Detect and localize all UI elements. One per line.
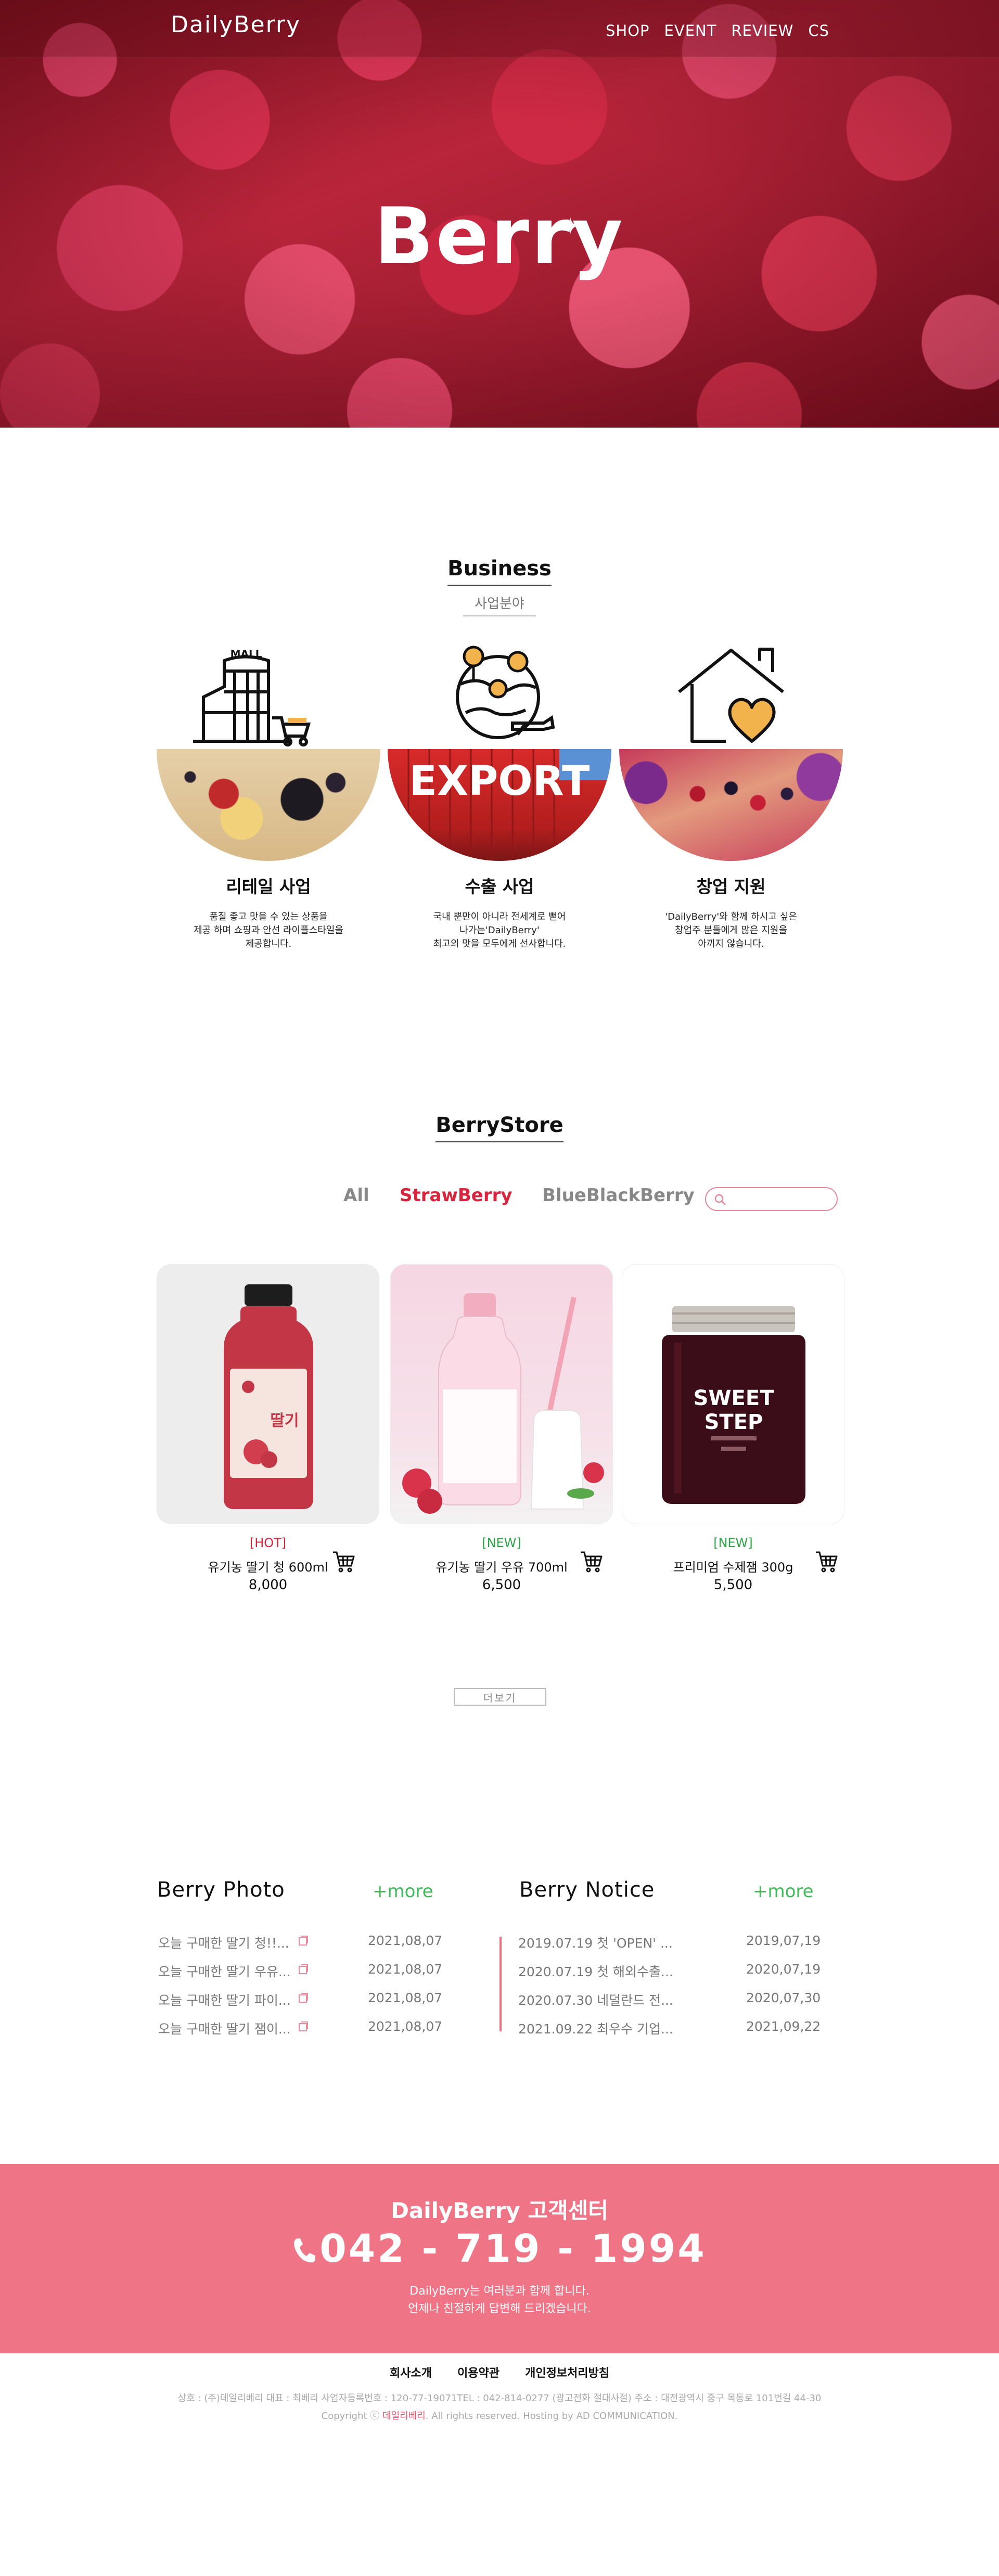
photo-row-title[interactable]: 오늘 구매한 딸기 잼이... bbox=[158, 2019, 291, 2038]
svg-text:SWEET: SWEET bbox=[694, 1386, 775, 1410]
load-more-button[interactable]: 더보기 bbox=[454, 1688, 546, 1706]
cs-message-2: 언제나 친절하게 답변해 드리겠습니다. bbox=[408, 2302, 591, 2315]
image-attachment-icon bbox=[299, 1993, 308, 2003]
product-image[interactable]: 딸기 bbox=[157, 1264, 379, 1524]
cs-message-1: DailyBerry는 여러분과 함께 합니다. bbox=[409, 2285, 590, 2298]
customer-service-banner: DailyBerry 고객센터 042 - 719 - 1994 DailyBe… bbox=[0, 2164, 999, 2353]
filter-blueblackberry[interactable]: BlueBlackBerry bbox=[542, 1185, 695, 1206]
retail-photo bbox=[157, 749, 380, 861]
hero-title: Berry bbox=[374, 191, 625, 282]
milk-bottle-graphic bbox=[402, 1293, 604, 1514]
store-search[interactable] bbox=[705, 1187, 838, 1211]
photo-row-title[interactable]: 오늘 구매한 딸기 우유... bbox=[158, 1962, 291, 1980]
business-subtitle: 사업분야 bbox=[463, 593, 536, 616]
nav-cs[interactable]: CS bbox=[808, 22, 829, 40]
product-price: 6,500 bbox=[482, 1577, 521, 1593]
notice-row-title[interactable]: 2021.09.22 최우수 기업... bbox=[518, 2019, 673, 2038]
photo-row-date: 2021,08,07 bbox=[368, 2019, 443, 2034]
retail-description: 품질 좋고 맛을 수 있는 상품을 제공 하며 쇼핑과 안선 라이플스타일을 제… bbox=[194, 911, 343, 949]
notice-row-date: 2020,07,30 bbox=[746, 1990, 821, 2005]
startup-photo bbox=[619, 749, 843, 861]
site-logo[interactable]: DailyBerry bbox=[171, 11, 301, 38]
image-attachment-icon bbox=[299, 1936, 308, 1946]
nav-shop[interactable]: SHOP bbox=[606, 22, 650, 40]
nav-review[interactable]: REVIEW bbox=[731, 22, 793, 40]
image-attachment-icon bbox=[299, 1964, 308, 1974]
export-photo: EXPORT bbox=[388, 749, 611, 861]
filter-all[interactable]: All bbox=[343, 1185, 369, 1206]
svg-text:딸기: 딸기 bbox=[270, 1412, 299, 1430]
cs-phone-text: 042 - 719 - 1994 bbox=[319, 2226, 707, 2271]
hero-banner: DailyBerry SHOP EVENT REVIEW CS Berry ✦ bbox=[0, 0, 999, 428]
notice-row-date: 2019,07,19 bbox=[746, 1933, 821, 1948]
notice-row-date: 2021,09,22 bbox=[746, 2019, 821, 2034]
footer-company-info: 상호 : (주)데일리베리 대표 : 최베리 사업자등록번호 : 120-77-… bbox=[177, 2393, 822, 2404]
photo-row-title[interactable]: 오늘 구매한 딸기 청!!... bbox=[158, 1933, 289, 1952]
startup-description: 'DailyBerry'와 함께 하시고 싶은 창업주 분들에게 많은 지원을 … bbox=[665, 911, 797, 949]
search-icon[interactable] bbox=[713, 1193, 727, 1206]
svg-text:MALL: MALL bbox=[230, 648, 262, 660]
sparkle-icon: ✦ bbox=[561, 213, 580, 240]
startup-label: 창업 지원 bbox=[696, 877, 766, 897]
footer-links: 회사소개 이용약관 개인정보처리방침 bbox=[0, 2364, 999, 2380]
notice-board-more-link[interactable]: +more bbox=[753, 1881, 814, 1902]
image-attachment-icon bbox=[299, 2021, 308, 2031]
store-title: BerryStore bbox=[436, 1113, 563, 1142]
product-price: 5,500 bbox=[713, 1577, 753, 1593]
cart-icon[interactable] bbox=[331, 1549, 355, 1573]
photo-board-more-link[interactable]: +more bbox=[373, 1881, 433, 1902]
store-filter-tabs: All StrawBerry BlueBlackBerry bbox=[0, 1181, 999, 1212]
store-section-title: BerryStore bbox=[0, 1113, 999, 1142]
cs-title: DailyBerry 고객센터 bbox=[391, 2198, 608, 2223]
footer-copyright: Copyright ⓒ 데일리베리. All rights reserved. … bbox=[321, 2411, 678, 2422]
notice-row-title[interactable]: 2019.07.19 첫 'OPEN' ... bbox=[518, 1933, 673, 1952]
product-price: 8,000 bbox=[248, 1577, 288, 1593]
retail-label: 리테일 사업 bbox=[226, 877, 311, 897]
photo-row-title[interactable]: 오늘 구매한 딸기 파이... bbox=[158, 1990, 291, 2009]
product-badge: [NEW] bbox=[482, 1536, 521, 1550]
footer-brand-name: 데일리베리 bbox=[382, 2411, 426, 2422]
page: DailyBerry SHOP EVENT REVIEW CS Berry ✦ … bbox=[0, 0, 999, 2576]
photo-board-title: Berry Photo bbox=[157, 1878, 285, 1902]
phone-icon bbox=[294, 2238, 316, 2263]
notice-row-title[interactable]: 2020.07.30 네덜란드 전... bbox=[518, 1990, 673, 2009]
product-name[interactable]: 프리미엄 수제잼 300g bbox=[622, 1557, 844, 1575]
footer-link-privacy[interactable]: 개인정보처리방침 bbox=[525, 2364, 609, 2380]
notice-row-title[interactable]: 2020.07.19 첫 해외수출... bbox=[518, 1962, 673, 1980]
board-divider bbox=[499, 1937, 502, 2031]
export-label: 수출 사업 bbox=[465, 877, 534, 897]
cs-phone-number[interactable]: 042 - 719 - 1994 bbox=[0, 2226, 999, 2271]
business-title: Business bbox=[447, 557, 552, 586]
syrup-bottle-graphic: 딸기 bbox=[224, 1284, 313, 1509]
jam-jar-graphic: SWEET STEP bbox=[662, 1306, 805, 1504]
export-description: 국내 뿐만이 아니라 전세계로 뻗어 나가는'DailyBerry' 최고의 맛… bbox=[433, 911, 566, 949]
photo-row-date: 2021,08,07 bbox=[368, 1990, 443, 2005]
mall-icon: MALL bbox=[193, 648, 311, 746]
business-section-title: Business 사업분야 bbox=[0, 557, 999, 616]
search-input[interactable] bbox=[733, 1192, 829, 1207]
cart-icon[interactable] bbox=[579, 1549, 603, 1573]
product-image[interactable]: SWEET STEP bbox=[622, 1264, 844, 1524]
globe-pin-plane-icon bbox=[456, 646, 555, 739]
svg-text:STEP: STEP bbox=[705, 1410, 763, 1434]
photo-row-date: 2021,08,07 bbox=[368, 1962, 443, 1977]
photo-row-date: 2021,08,07 bbox=[368, 1933, 443, 1948]
nav-event[interactable]: EVENT bbox=[664, 22, 717, 40]
product-badge: [HOT] bbox=[249, 1536, 287, 1550]
notice-row-date: 2020,07,19 bbox=[746, 1962, 821, 1977]
svg-text:EXPORT: EXPORT bbox=[409, 758, 590, 805]
house-heart-icon bbox=[678, 648, 784, 743]
cart-icon[interactable] bbox=[814, 1549, 838, 1573]
export-container-graphic: EXPORT bbox=[407, 749, 611, 861]
product-image[interactable] bbox=[390, 1264, 613, 1524]
product-badge: [NEW] bbox=[713, 1536, 753, 1550]
main-nav: SHOP EVENT REVIEW CS bbox=[606, 22, 829, 40]
footer-link-company[interactable]: 회사소개 bbox=[390, 2364, 432, 2380]
top-navigation-bar: DailyBerry SHOP EVENT REVIEW CS bbox=[0, 0, 999, 57]
notice-board-title: Berry Notice bbox=[519, 1878, 655, 1902]
filter-strawberry[interactable]: StrawBerry bbox=[400, 1185, 513, 1206]
footer-link-terms[interactable]: 이용약관 bbox=[457, 2364, 499, 2380]
